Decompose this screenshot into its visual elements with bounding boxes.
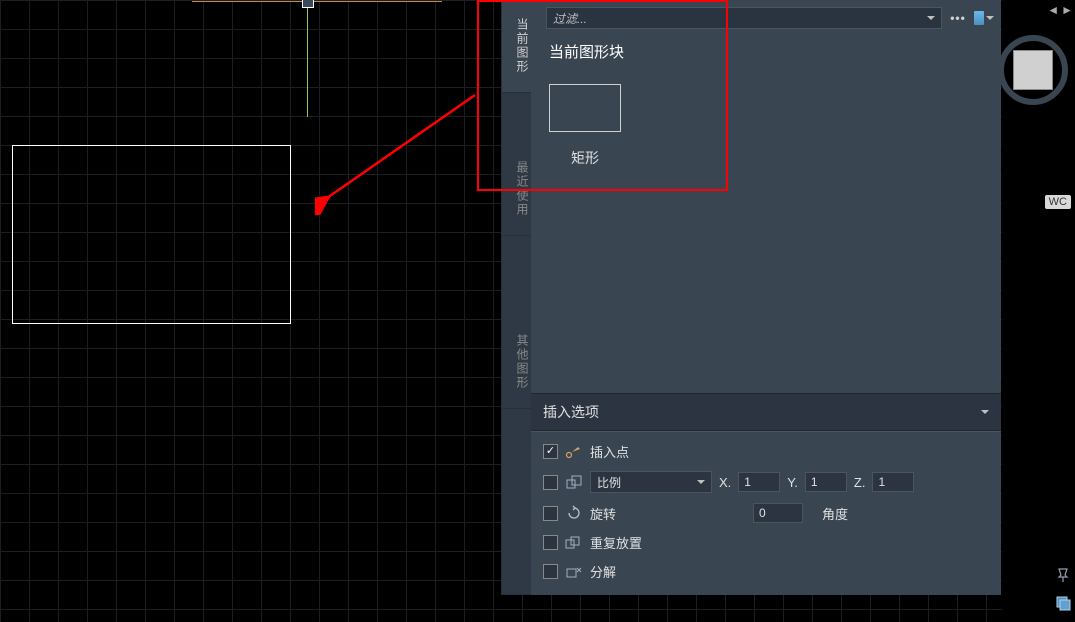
drawn-rectangle[interactable] bbox=[12, 145, 291, 324]
insert-options-body: 插入点 比例 X. Y. Z. bbox=[531, 431, 1001, 595]
wcs-label[interactable]: WC bbox=[1045, 195, 1071, 209]
chevron-down-icon bbox=[981, 410, 989, 414]
scale-x-input[interactable] bbox=[738, 472, 780, 492]
scale-z-input[interactable] bbox=[872, 472, 914, 492]
nav-right-icon[interactable]: ► bbox=[1061, 3, 1073, 17]
scale-checkbox[interactable] bbox=[543, 475, 558, 490]
insertion-point-checkbox[interactable] bbox=[543, 444, 558, 459]
side-icon-layers[interactable] bbox=[1054, 594, 1072, 612]
option-row-explode: 分解 bbox=[543, 562, 989, 581]
panel-toolbar: 过滤... ••• bbox=[531, 0, 1001, 33]
chevron-down-icon bbox=[986, 16, 994, 20]
block-item-rectangle[interactable]: 矩形 bbox=[549, 84, 621, 168]
image-icon bbox=[974, 11, 984, 25]
panel-body: 过滤... ••• 当前图形块 矩形 插入选项 bbox=[531, 0, 1001, 595]
option-row-insertion-point: 插入点 bbox=[543, 442, 989, 461]
explode-checkbox[interactable] bbox=[543, 564, 558, 579]
nav-arrows: ◄ ► bbox=[1047, 3, 1073, 17]
rotate-label: 旋转 bbox=[590, 504, 712, 523]
scale-x-label: X. bbox=[719, 475, 731, 490]
right-strip: ◄ ► WC bbox=[1002, 0, 1075, 622]
nav-left-icon[interactable]: ◄ bbox=[1047, 3, 1059, 17]
block-label: 矩形 bbox=[571, 148, 599, 168]
insert-options-header[interactable]: 插入选项 bbox=[531, 393, 1001, 431]
repeat-label: 重复放置 bbox=[590, 533, 642, 552]
side-icon-pin[interactable] bbox=[1054, 566, 1072, 584]
rotate-checkbox[interactable] bbox=[543, 506, 558, 521]
option-row-repeat: 重复放置 bbox=[543, 533, 989, 552]
axis-handle-grip[interactable] bbox=[302, 0, 314, 8]
option-row-scale: 比例 X. Y. Z. bbox=[543, 471, 989, 493]
repeat-checkbox[interactable] bbox=[543, 535, 558, 550]
vertical-tabs: 当前图形 最近使用 其他图形 bbox=[502, 0, 531, 595]
option-row-rotate: 旋转 角度 bbox=[543, 503, 989, 523]
rotate-unit-label: 角度 bbox=[822, 504, 848, 523]
block-thumbnail bbox=[549, 84, 621, 132]
block-gallery: 矩形 bbox=[531, 74, 1001, 178]
side-toolbar bbox=[1054, 566, 1072, 612]
rotate-icon bbox=[565, 505, 583, 521]
tab-recent[interactable]: 最近使用 bbox=[502, 143, 531, 236]
viewcube[interactable] bbox=[1003, 40, 1063, 100]
scale-icon bbox=[565, 474, 583, 490]
scale-z-label: Z. bbox=[854, 475, 866, 490]
viewcube-area: ◄ ► bbox=[1003, 0, 1073, 150]
scale-y-input[interactable] bbox=[805, 472, 847, 492]
explode-icon bbox=[565, 564, 583, 580]
scale-select[interactable]: 比例 bbox=[590, 471, 712, 493]
filter-input[interactable]: 过滤... bbox=[546, 7, 942, 29]
chevron-down-icon bbox=[697, 480, 705, 484]
view-mode-button[interactable] bbox=[974, 8, 994, 28]
more-button[interactable]: ••• bbox=[948, 8, 968, 28]
chevron-down-icon bbox=[927, 16, 935, 20]
section-title: 当前图形块 bbox=[531, 33, 1001, 74]
tab-other-drawings[interactable]: 其他图形 bbox=[502, 316, 531, 409]
insert-options-title: 插入选项 bbox=[543, 402, 599, 422]
axis-handle-vertical bbox=[307, 0, 308, 117]
filter-placeholder: 过滤... bbox=[553, 10, 587, 27]
tab-current-drawing[interactable]: 当前图形 bbox=[502, 0, 531, 93]
rotate-input[interactable] bbox=[753, 503, 803, 523]
blocks-panel: 当前图形 最近使用 其他图形 过滤... ••• 当前图形块 矩形 bbox=[501, 0, 1001, 595]
scale-y-label: Y. bbox=[787, 475, 798, 490]
viewcube-face[interactable] bbox=[1013, 50, 1053, 90]
repeat-icon bbox=[565, 535, 583, 551]
axis-handle-horizontal bbox=[192, 1, 442, 2]
insertion-point-label: 插入点 bbox=[590, 442, 629, 461]
insertion-point-icon bbox=[565, 444, 583, 460]
explode-label: 分解 bbox=[590, 562, 616, 581]
